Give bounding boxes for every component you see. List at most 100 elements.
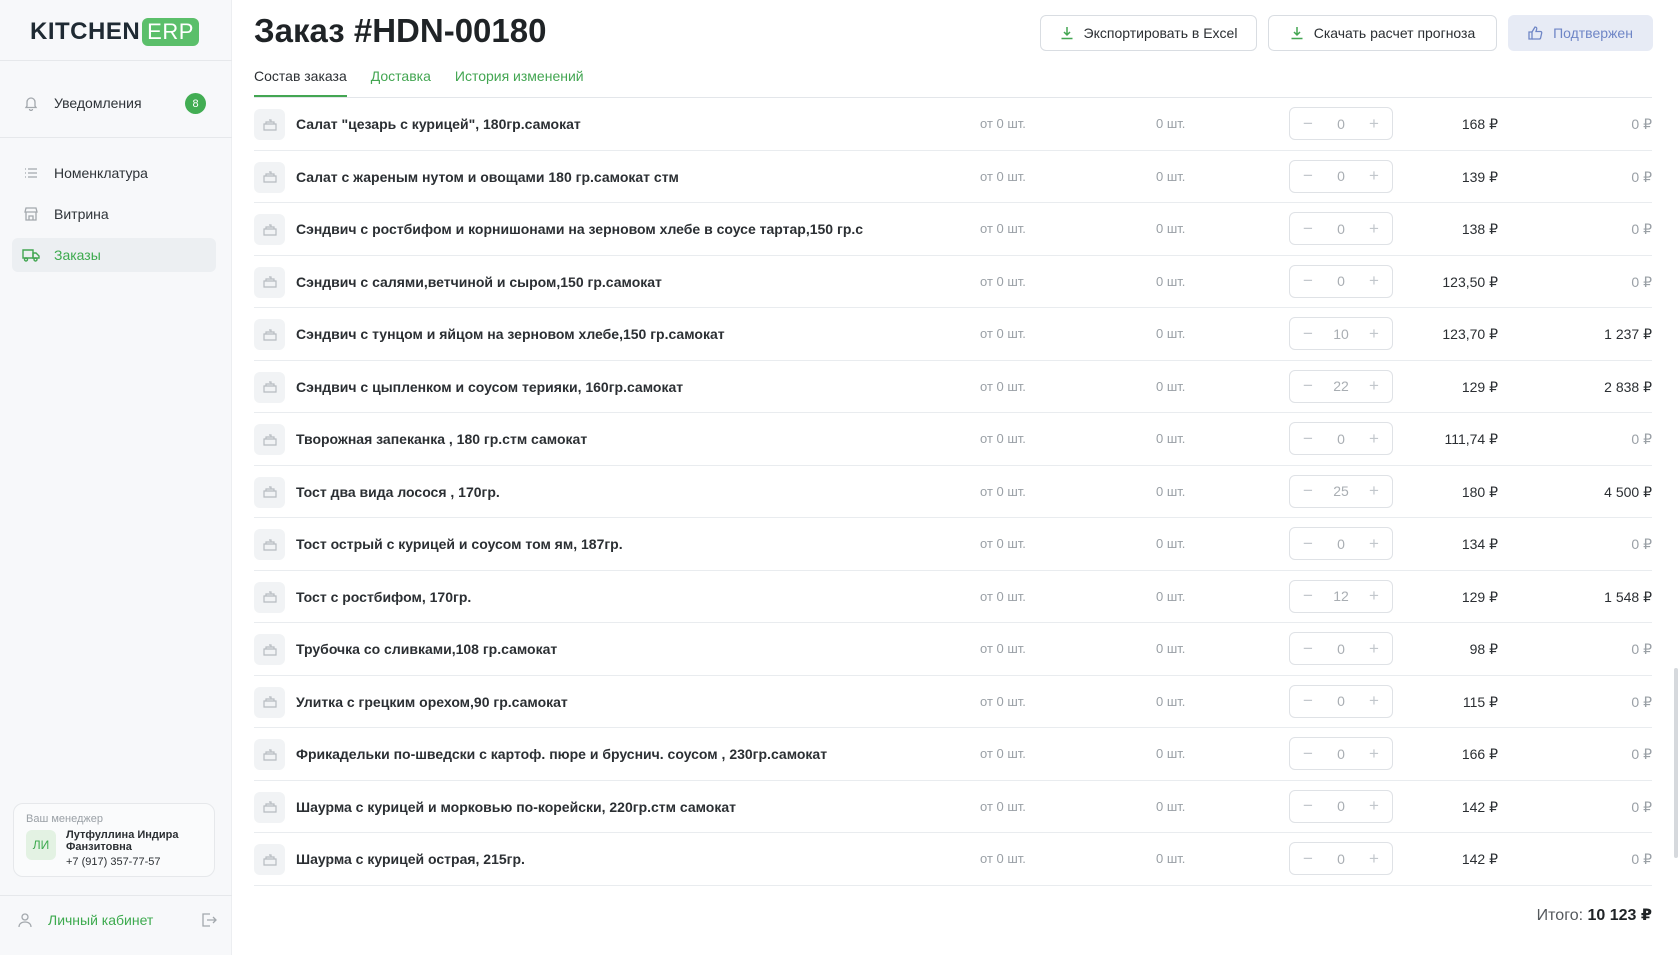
minus-icon[interactable]: − [1300,691,1316,711]
plus-icon[interactable]: + [1366,849,1382,869]
unit-price: 166 ₽ [1461,746,1498,762]
manager-caption: Ваш менеджер [26,813,103,825]
quantity-value[interactable]: 10 [1333,326,1349,342]
quantity-value[interactable]: 0 [1337,273,1345,289]
quantity-stepper: − 0 + [1289,632,1393,665]
quantity-value[interactable]: 12 [1333,588,1349,604]
quantity-value[interactable]: 0 [1337,798,1345,814]
plus-icon[interactable]: + [1366,324,1382,344]
quantity-stepper: − 0 + [1289,422,1393,455]
logo[interactable]: KITCHEN ERP [30,18,199,46]
thumbs-up-icon [1528,26,1543,40]
minus-icon[interactable]: − [1300,324,1316,344]
minus-icon[interactable]: − [1300,114,1316,134]
product-image-placeholder-icon [254,529,285,560]
plus-icon[interactable]: + [1366,114,1382,134]
user-icon [16,911,34,929]
plus-icon[interactable]: + [1366,534,1382,554]
minus-icon[interactable]: − [1300,639,1316,659]
sidebar-item-orders[interactable]: Заказы [12,238,216,272]
plus-icon[interactable]: + [1366,586,1382,606]
min-order: от 0 шт. [980,116,1026,131]
sidebar: KITCHEN ERP Уведомления 8 Номенклатура В… [0,0,232,955]
quantity-value[interactable]: 0 [1337,431,1345,447]
min-order: от 0 шт. [980,378,1026,394]
plus-icon[interactable]: + [1366,691,1382,711]
quantity-stepper: − 0 + [1289,159,1393,193]
quantity-stepper: − 0 + [1289,527,1393,560]
product-name: Улитка с грецким орехом,90 гр.самокат [296,693,568,710]
plus-icon[interactable]: + [1366,219,1382,239]
quantity-value[interactable]: 0 [1337,221,1345,237]
sidebar-item-notifications[interactable]: Уведомления 8 [12,86,216,120]
confirmed-status-button[interactable]: Подтвержен [1508,15,1653,51]
quantity-value[interactable]: 25 [1333,483,1349,499]
plus-icon[interactable]: + [1366,429,1382,449]
cabinet-label: Личный кабинет [48,912,154,928]
quantity-value[interactable]: 0 [1337,641,1345,657]
minus-icon[interactable]: − [1300,534,1316,554]
minus-icon[interactable]: − [1300,796,1316,816]
order-items-table: Салат "цезарь с курицей", 180гр.самокат … [254,98,1652,886]
download-forecast-button[interactable]: Скачать расчет прогноза [1268,15,1497,51]
minus-icon[interactable]: − [1300,271,1316,291]
quantity-stepper: − 0 + [1289,684,1393,718]
product-name: Сэндвич с ростбифом и корнишонами на зер… [296,221,864,237]
plus-icon[interactable]: + [1366,639,1382,659]
plus-icon[interactable]: + [1366,166,1382,186]
plus-icon[interactable]: + [1366,271,1382,291]
logout-icon[interactable] [200,912,218,928]
tab-change-history[interactable]: История изменений [455,64,584,98]
quantity-value[interactable]: 22 [1333,378,1349,394]
minus-icon[interactable]: − [1300,429,1316,449]
tab-order-composition[interactable]: Состав заказа [254,64,347,98]
quantity-value[interactable]: 0 [1337,746,1345,762]
plus-icon[interactable]: + [1366,481,1382,501]
product-image-placeholder-icon [254,319,285,350]
line-total: 0 ₽ [1631,746,1652,762]
quantity-value[interactable]: 0 [1337,116,1345,132]
quantity-value[interactable]: 0 [1337,536,1345,552]
minus-icon[interactable]: − [1300,744,1316,764]
stock-count: 0 шт. [1156,483,1186,499]
minus-icon[interactable]: − [1300,376,1316,396]
minus-icon[interactable]: − [1300,481,1316,501]
sidebar-item-nomenclature[interactable]: Номенклатура [12,156,216,190]
product-image-placeholder-icon [254,791,285,823]
minus-icon[interactable]: − [1300,849,1316,869]
manager-phone[interactable]: +7 (917) 357-77-57 [66,856,160,868]
plus-icon[interactable]: + [1366,796,1382,816]
quantity-stepper: − 0 + [1289,264,1393,298]
table-row: Сэндвич с тунцом и яйцом на зерновом хле… [254,308,1652,361]
product-image-placeholder-icon [254,739,285,770]
table-row: Сэндвич с цыпленком и соусом терияки, 16… [254,361,1652,413]
download-icon [1060,26,1074,40]
plus-icon[interactable]: + [1366,376,1382,396]
minus-icon[interactable]: − [1300,586,1316,606]
tab-delivery[interactable]: Доставка [371,64,431,98]
personal-cabinet-link[interactable]: Личный кабинет [0,896,232,944]
stock-count: 0 шт. [1156,378,1186,394]
export-excel-button[interactable]: Экспортировать в Excel [1040,15,1257,51]
quantity-value[interactable]: 0 [1337,693,1345,709]
minus-icon[interactable]: − [1300,219,1316,239]
unit-price: 129 ₽ [1461,378,1498,395]
quantity-value[interactable]: 0 [1337,851,1345,867]
minus-icon[interactable]: − [1300,166,1316,186]
scrollbar[interactable] [1674,668,1678,858]
table-row: Сэндвич с ростбифом и корнишонами на зер… [254,203,1652,256]
min-order: от 0 шт. [980,641,1026,656]
line-total: 0 ₽ [1631,641,1652,657]
quantity-value[interactable]: 0 [1337,168,1345,184]
unit-price: 138 ₽ [1461,221,1498,237]
stock-count: 0 шт. [1156,221,1186,236]
min-order: от 0 шт. [980,746,1026,761]
min-order: от 0 шт. [980,221,1026,236]
product-name: Салат "цезарь с курицей", 180гр.самокат [296,116,581,132]
table-row: Тост острый с курицей и соусом том ям, 1… [254,518,1652,571]
plus-icon[interactable]: + [1366,744,1382,764]
manager-name: Лутфуллина Индира Фанзитовна [66,829,179,853]
table-row: Сэндвич с салями,ветчиной и сыром,150 гр… [254,256,1652,308]
line-total: 0 ₽ [1631,116,1652,132]
sidebar-item-showcase[interactable]: Витрина [12,197,216,231]
